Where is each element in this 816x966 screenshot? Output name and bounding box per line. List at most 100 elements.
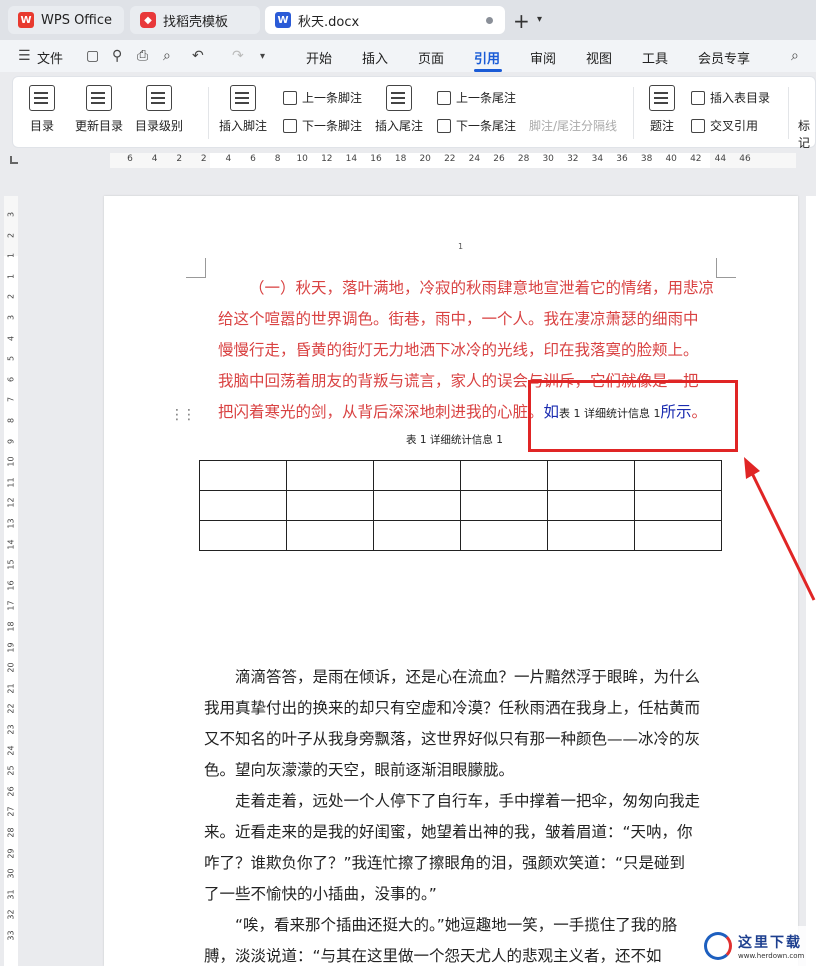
table-cell[interactable] [547,460,635,491]
insert-footnote-button[interactable]: 插入脚注 [219,85,267,134]
ruler-number: 31 [6,889,16,900]
toc-level-button[interactable]: 目录级别 [135,85,183,134]
margin-corner-mark [186,258,206,278]
ruler-number: 14 [345,154,358,164]
toc-button[interactable]: 目录 [29,85,55,134]
mark-button[interactable]: 标记 [798,117,815,151]
ruler-number: 44 [714,154,727,164]
ruler-number: 1 [6,253,16,259]
table-caption[interactable]: 表 1 详细统计信息 1 [406,432,503,447]
ruler-number: 10 [296,154,308,164]
prev-endnote-button[interactable]: 上一条尾注 [437,89,516,106]
horizontal-ruler[interactable]: 6 4 2 2 4 6 8 10 12 14 16 18 20 22 24 26 28 30 32 34 36 38 40 4… [110,153,796,168]
update-toc-button[interactable]: 更新目录 [75,85,123,134]
next-footnote-button[interactable]: 下一条脚注 [283,117,362,134]
data-table[interactable] [199,460,722,551]
ruler-number: 40 [665,154,677,164]
ruler-number: 17 [6,600,16,611]
tab-list-chevron-icon[interactable]: ▾ [537,14,542,25]
quick-access-chevron-icon[interactable]: ▾ [260,51,265,62]
menu-insert[interactable]: 插入 [362,48,388,67]
insert-endnote-button[interactable]: 插入尾注 [375,85,423,134]
ruler-number: 7 [6,397,16,403]
ruler-number: 21 [6,683,16,694]
table-cell[interactable] [634,520,722,551]
ruler-number: 30 [6,868,16,879]
table-cell[interactable] [634,460,722,491]
ruler-number: 19 [6,642,16,653]
next-endnote-button[interactable]: 下一条尾注 [437,117,516,134]
menu-page[interactable]: 页面 [418,48,444,67]
tab-daoke-templates[interactable]: ◆ 找稻壳模板 [130,6,260,34]
table-cell[interactable] [373,520,461,551]
insert-table-of-figures-button[interactable]: 插入表目录 [691,89,770,106]
table-cell[interactable] [460,490,548,521]
ruler-number: 16 [370,154,382,164]
menu-tools[interactable]: 工具 [642,48,668,67]
text-line: “唉，看来那个插曲还挺大的。”她逗趣地一笑，一手揽住了我的胳 [235,916,678,934]
table-cell[interactable] [199,490,287,521]
ruler-number: 24 [468,154,481,164]
ruler-number: 36 [616,154,628,164]
prev-footnote-button[interactable]: 上一条脚注 [283,89,362,106]
ribbon-divider [633,87,634,139]
undo-icon[interactable]: ↶ [192,48,204,64]
table-cell[interactable] [199,520,287,551]
table-cell[interactable] [547,520,635,551]
footnote-separator-button[interactable]: 脚注/尾注分隔线 [529,117,617,134]
text-line: 膊，淡淡说道：“与其在这里做一个怨天尤人的悲观主义者，还不如 [204,947,662,965]
menu-review[interactable]: 审阅 [530,48,556,67]
table-cell[interactable] [373,460,461,491]
table-cell[interactable] [286,520,374,551]
new-tab-plus-icon[interactable]: + [513,9,530,33]
menu-view[interactable]: 视图 [586,48,612,67]
menu-file[interactable]: 文件 [37,48,63,67]
tab-wps-office[interactable]: W WPS Office [8,6,124,34]
save-icon[interactable]: ▢ [86,48,99,64]
ruler-number: 12 [6,497,16,508]
table-cell[interactable] [460,520,548,551]
ruler-number: 28 [6,827,16,838]
toc-level-label: 目录级别 [135,119,184,133]
table-cell[interactable] [460,460,548,491]
text-line: 咋了？谁欺负你了？”我连忙擦了擦眼角的泪，强颜欢笑道：“只是碰到 [204,854,686,872]
print-preview-icon[interactable]: ⌕ [163,48,171,64]
ruler-number: 18 [6,621,16,632]
tab-bar: W WPS Office ◆ 找稻壳模板 W 秋天.docx + ▾ [0,0,816,40]
menu-member[interactable]: 会员专享 [698,48,750,67]
table-cell[interactable] [286,490,374,521]
insert-table-of-figures-label: 插入表目录 [710,91,771,105]
table-cell[interactable] [373,490,461,521]
print-icon[interactable]: ⎙ [137,48,148,64]
caption-button[interactable]: 题注 [649,85,675,134]
ruler-number: 18 [394,154,407,164]
tab-document[interactable]: W 秋天.docx [265,6,505,34]
unsaved-dot-icon[interactable] [486,17,493,24]
menu-references[interactable]: 引用 [474,48,500,67]
text-line: 我用真挚付出的换来的却只有空虚和冷漠？任秋雨洒在我身上，任枯黄而 [204,699,701,717]
cross-reference-label: 交叉引用 [710,119,759,133]
table-cell[interactable] [199,460,287,491]
menu-icon[interactable]: ☰ [18,48,31,64]
table-cell[interactable] [634,490,722,521]
footnote-icon [230,85,256,111]
watermark-logo-icon [704,932,732,960]
drag-handle-icon[interactable]: ⋮⋮ [170,407,196,423]
ruler-number: 9 [6,438,16,444]
ruler-number: 10 [6,456,16,467]
ruler-number: 2 [200,154,207,164]
table-cell[interactable] [547,490,635,521]
search-icon[interactable]: ⌕ [791,48,799,64]
redo-icon[interactable]: ↷ [232,48,244,64]
share-icon[interactable]: ⚲ [112,48,122,64]
vertical-ruler[interactable]: 3 2 1 1 2 3 4 5 6 7 8 9 10 11 12 13 14 15 16 17 18 19 20 21 22 23… [4,196,18,966]
table-cell[interactable] [286,460,374,491]
cross-reference-button[interactable]: 交叉引用 [691,117,758,134]
ruler-number: 4 [6,335,16,341]
menu-home[interactable]: 开始 [306,48,332,67]
body-paragraphs[interactable]: 滴滴答答，是雨在倾诉，还是心在流血？一片黯然浮于眼眸，为什么 我用真挚付出的换来… [204,662,716,966]
wps-logo-icon: W [18,12,34,28]
document-page[interactable]: 1 （一）秋天，落叶满地，冷寂的秋雨肆意地宣泄着它的情绪，用悲凉 给这个喧嚣的世… [104,196,798,966]
ruler-number: 29 [6,848,16,859]
tab-stop-selector[interactable] [10,156,18,164]
